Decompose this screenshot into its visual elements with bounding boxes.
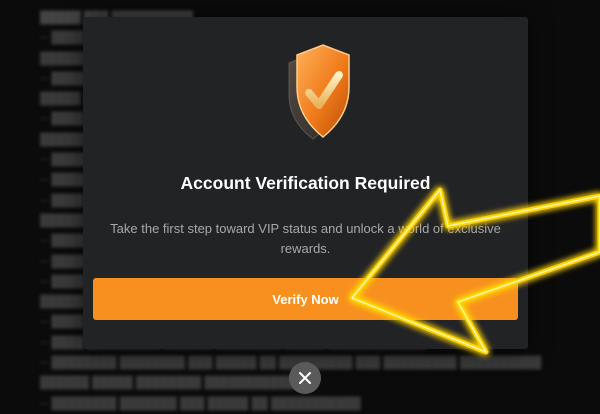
modal-title: Account Verification Required <box>180 173 431 193</box>
close-icon <box>299 372 311 384</box>
modal-description: Take the first step toward VIP status an… <box>110 221 501 256</box>
verified-shield-icon <box>261 41 361 151</box>
close-button[interactable] <box>289 362 321 394</box>
verify-now-button[interactable]: Verify Now <box>93 278 518 320</box>
verification-modal: Account Verification Required Take the f… <box>83 17 528 349</box>
